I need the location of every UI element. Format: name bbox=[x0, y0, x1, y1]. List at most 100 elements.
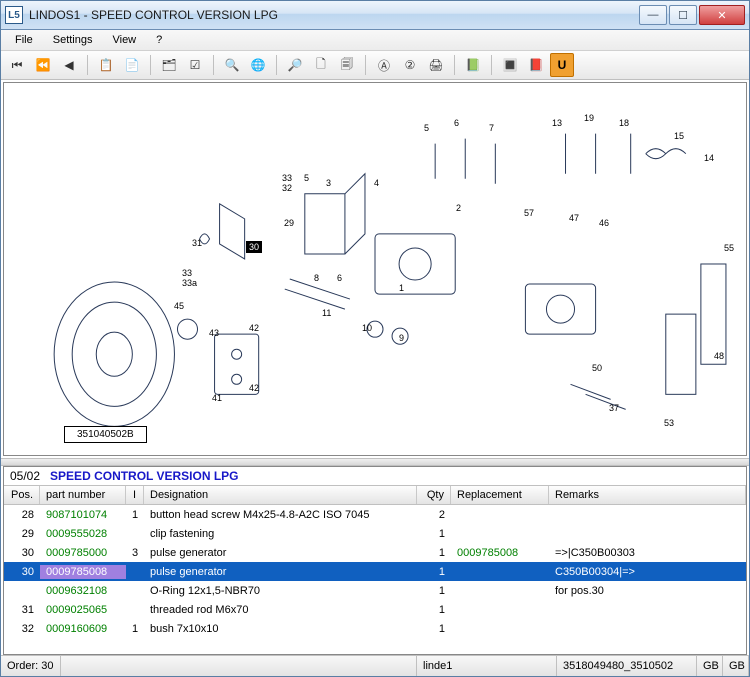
toolbar-separator bbox=[150, 55, 151, 75]
cell bbox=[126, 590, 144, 592]
toolbar-separator bbox=[276, 55, 277, 75]
toolbar-button[interactable]: 🗋 bbox=[309, 53, 333, 77]
status-user: linde1 bbox=[417, 656, 557, 676]
title-bar[interactable]: L5 LINDOS1 - SPEED CONTROL VERSION LPG —… bbox=[1, 1, 749, 30]
toolbar-separator bbox=[365, 55, 366, 75]
cell: 0009555028 bbox=[40, 527, 126, 541]
toolbar-button[interactable]: 🗐 bbox=[335, 53, 359, 77]
cell bbox=[451, 514, 549, 516]
col-remarks[interactable]: Remarks bbox=[549, 486, 746, 504]
toolbar-button[interactable]: ☑ bbox=[183, 53, 207, 77]
cell: 1 bbox=[126, 508, 144, 522]
toolbar-separator bbox=[454, 55, 455, 75]
toolbar-button[interactable]: 🔍 bbox=[220, 53, 244, 77]
cell: 0009025065 bbox=[40, 603, 126, 617]
diagram-id-box: 351040502B bbox=[64, 426, 147, 443]
col-designation[interactable]: Designation bbox=[144, 486, 417, 504]
cell bbox=[451, 533, 549, 535]
minimize-button[interactable]: — bbox=[639, 5, 667, 25]
cell: clip fastening bbox=[144, 527, 417, 541]
cell: 1 bbox=[417, 584, 451, 598]
cell: 9087101074 bbox=[40, 508, 126, 522]
cell: pulse generator bbox=[144, 565, 417, 579]
col-pos[interactable]: Pos. bbox=[4, 486, 40, 504]
cell: 30 bbox=[4, 565, 40, 579]
status-lang2: GB bbox=[723, 656, 749, 676]
toolbar-button[interactable]: Ⓐ bbox=[372, 53, 396, 77]
toolbar-button[interactable]: ⏪ bbox=[31, 53, 55, 77]
maximize-button[interactable]: ☐ bbox=[669, 5, 697, 25]
toolbar-button[interactable]: 🗂 bbox=[157, 53, 181, 77]
table-row[interactable]: 300009785008 pulse generator1 C350B00304|=… bbox=[4, 562, 746, 581]
col-qty[interactable]: Qty bbox=[417, 486, 451, 504]
cell bbox=[126, 571, 144, 573]
toolbar-button[interactable]: ⏮ bbox=[5, 53, 29, 77]
col-i[interactable]: I bbox=[126, 486, 144, 504]
toolbar-button[interactable]: 🌐 bbox=[246, 53, 270, 77]
cell: 1 bbox=[417, 527, 451, 541]
table-row[interactable]: 310009025065threaded rod M6x701 bbox=[4, 600, 746, 619]
toolbar-button[interactable]: 📄 bbox=[120, 53, 144, 77]
diagram-pane[interactable]: 30 567 131918 1514 33325 29342 574746 31… bbox=[3, 82, 747, 456]
toolbar: ⏮⏪◀ 📋📄 🗂☑ 🔍🌐 🔎🗋🗐 Ⓐ②🖨 📗 🔳📕U bbox=[1, 51, 749, 80]
cell: for pos.30 bbox=[549, 584, 746, 598]
menu-view[interactable]: View bbox=[104, 32, 144, 48]
cell: C350B00304|=> bbox=[549, 565, 746, 579]
toolbar-button[interactable]: 🔳 bbox=[498, 53, 522, 77]
toolbar-button[interactable]: 📗 bbox=[461, 53, 485, 77]
cell: threaded rod M6x70 bbox=[144, 603, 417, 617]
status-doc: 3518049480_3510502 bbox=[557, 656, 697, 676]
menu-settings[interactable]: Settings bbox=[45, 32, 101, 48]
cell: 29 bbox=[4, 527, 40, 541]
toolbar-button[interactable]: 📕 bbox=[524, 53, 548, 77]
cell: 0009785000 bbox=[40, 546, 126, 560]
toolbar-button[interactable]: ② bbox=[398, 53, 422, 77]
toolbar-button[interactable]: ◀ bbox=[57, 53, 81, 77]
table-row[interactable]: 3200091606091bush 7x10x101 bbox=[4, 619, 746, 638]
cell: pulse generator bbox=[144, 546, 417, 560]
cell: 1 bbox=[417, 546, 451, 560]
cell: 0009632108 bbox=[40, 584, 126, 598]
table-row[interactable]: 290009555028 clip fastening1 bbox=[4, 524, 746, 543]
cell: 32 bbox=[4, 622, 40, 636]
toolbar-button[interactable]: 🔎 bbox=[283, 53, 307, 77]
table-row[interactable]: 3000097850003pulse generator10009785008=… bbox=[4, 543, 746, 562]
app-icon: L5 bbox=[5, 6, 23, 24]
menu-help[interactable]: ? bbox=[148, 32, 170, 48]
cell: 1 bbox=[417, 622, 451, 636]
cell: bush 7x10x10 bbox=[144, 622, 417, 636]
cell bbox=[451, 571, 549, 573]
window-title: LINDOS1 - SPEED CONTROL VERSION LPG bbox=[29, 8, 639, 22]
diagram-highlight-callout: 30 bbox=[246, 241, 262, 253]
cell: button head screw M4x25-4.8-A2C ISO 7045 bbox=[144, 508, 417, 522]
cell: 0009160609 bbox=[40, 622, 126, 636]
status-bar: Order: 30 linde1 3518049480_3510502 GB G… bbox=[1, 655, 749, 676]
cell: 31 bbox=[4, 603, 40, 617]
cell: 1 bbox=[417, 565, 451, 579]
cell bbox=[549, 628, 746, 630]
section-title: SPEED CONTROL VERSION LPG bbox=[50, 469, 238, 483]
col-replacement[interactable]: Replacement bbox=[451, 486, 549, 504]
cell: 2 bbox=[417, 508, 451, 522]
cell: 1 bbox=[126, 622, 144, 636]
toolbar-button[interactable]: 🖨 bbox=[424, 53, 448, 77]
status-spacer bbox=[61, 656, 417, 676]
menu-file[interactable]: File bbox=[7, 32, 41, 48]
cell bbox=[451, 609, 549, 611]
cell bbox=[451, 590, 549, 592]
table-row[interactable]: 0009632108O-Ring 12x1,5-NBR701for pos.30 bbox=[4, 581, 746, 600]
splitter[interactable] bbox=[1, 458, 749, 466]
cell: 0009785008 bbox=[40, 565, 126, 579]
toolbar-separator bbox=[213, 55, 214, 75]
col-part-number[interactable]: part number bbox=[40, 486, 126, 504]
cell bbox=[126, 609, 144, 611]
toolbar-button[interactable]: U bbox=[550, 53, 574, 77]
grid-body[interactable]: 2890871010741button head screw M4x25-4.8… bbox=[4, 505, 746, 654]
app-window: L5 LINDOS1 - SPEED CONTROL VERSION LPG —… bbox=[0, 0, 750, 677]
toolbar-button[interactable]: 📋 bbox=[94, 53, 118, 77]
parts-grid: Pos. part number I Designation Qty Repla… bbox=[4, 485, 746, 654]
close-button[interactable]: ✕ bbox=[699, 5, 745, 25]
table-row[interactable]: 2890871010741button head screw M4x25-4.8… bbox=[4, 505, 746, 524]
menu-bar: File Settings View ? bbox=[1, 30, 749, 51]
cell: 28 bbox=[4, 508, 40, 522]
